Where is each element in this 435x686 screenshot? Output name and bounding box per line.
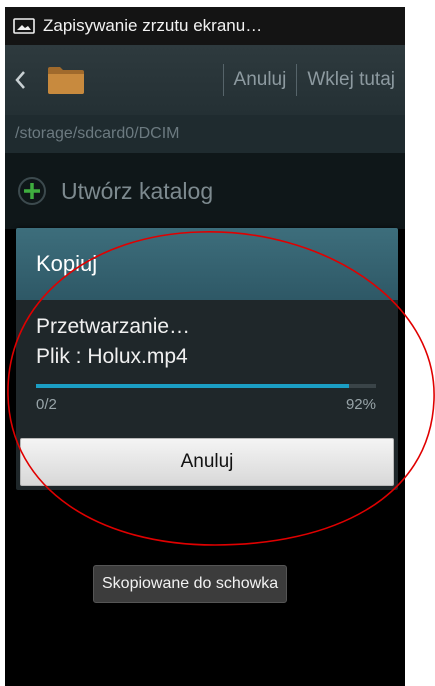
status-notification-text: Zapisywanie zrzutu ekranu…: [43, 16, 263, 35]
cancel-action-button[interactable]: Anuluj: [224, 69, 297, 91]
action-bar: Anuluj Wklej tutaj: [5, 45, 405, 115]
processing-text: Przetwarzanie…: [36, 315, 191, 338]
plus-circle-icon: [18, 177, 46, 205]
dialog-footer: Anuluj: [16, 438, 398, 490]
toast-message: Skopiowane do schowka: [93, 565, 288, 603]
create-folder-label: Utwórz katalog: [61, 177, 214, 204]
current-path: /storage/sdcard0/DCIM: [15, 125, 180, 142]
create-folder-row[interactable]: Utwórz katalog: [5, 153, 405, 230]
paste-here-button[interactable]: Wklej tutaj: [297, 69, 405, 91]
screenshot-icon: [13, 18, 35, 34]
copy-dialog: Kopiuj Przetwarzanie… Plik : Holux.mp4 0…: [16, 228, 398, 490]
cancel-button[interactable]: Anuluj: [20, 438, 394, 486]
breadcrumb: /storage/sdcard0/DCIM: [5, 115, 405, 153]
progress-count: 0/2: [36, 396, 57, 413]
progress-bar: [36, 384, 376, 388]
dialog-title: Kopiuj: [16, 228, 398, 300]
status-bar: Zapisywanie zrzutu ekranu…: [5, 7, 405, 45]
progress-percent: 92%: [345, 396, 376, 413]
progress-labels: 0/2 92%: [36, 396, 376, 413]
progress-fill: [36, 384, 349, 388]
chevron-left-icon[interactable]: [13, 65, 33, 95]
folder-icon[interactable]: [47, 65, 85, 95]
file-name-text: Plik : Holux.mp4: [36, 345, 188, 368]
dialog-body: Przetwarzanie… Plik : Holux.mp4 0/2 92%: [16, 300, 398, 438]
